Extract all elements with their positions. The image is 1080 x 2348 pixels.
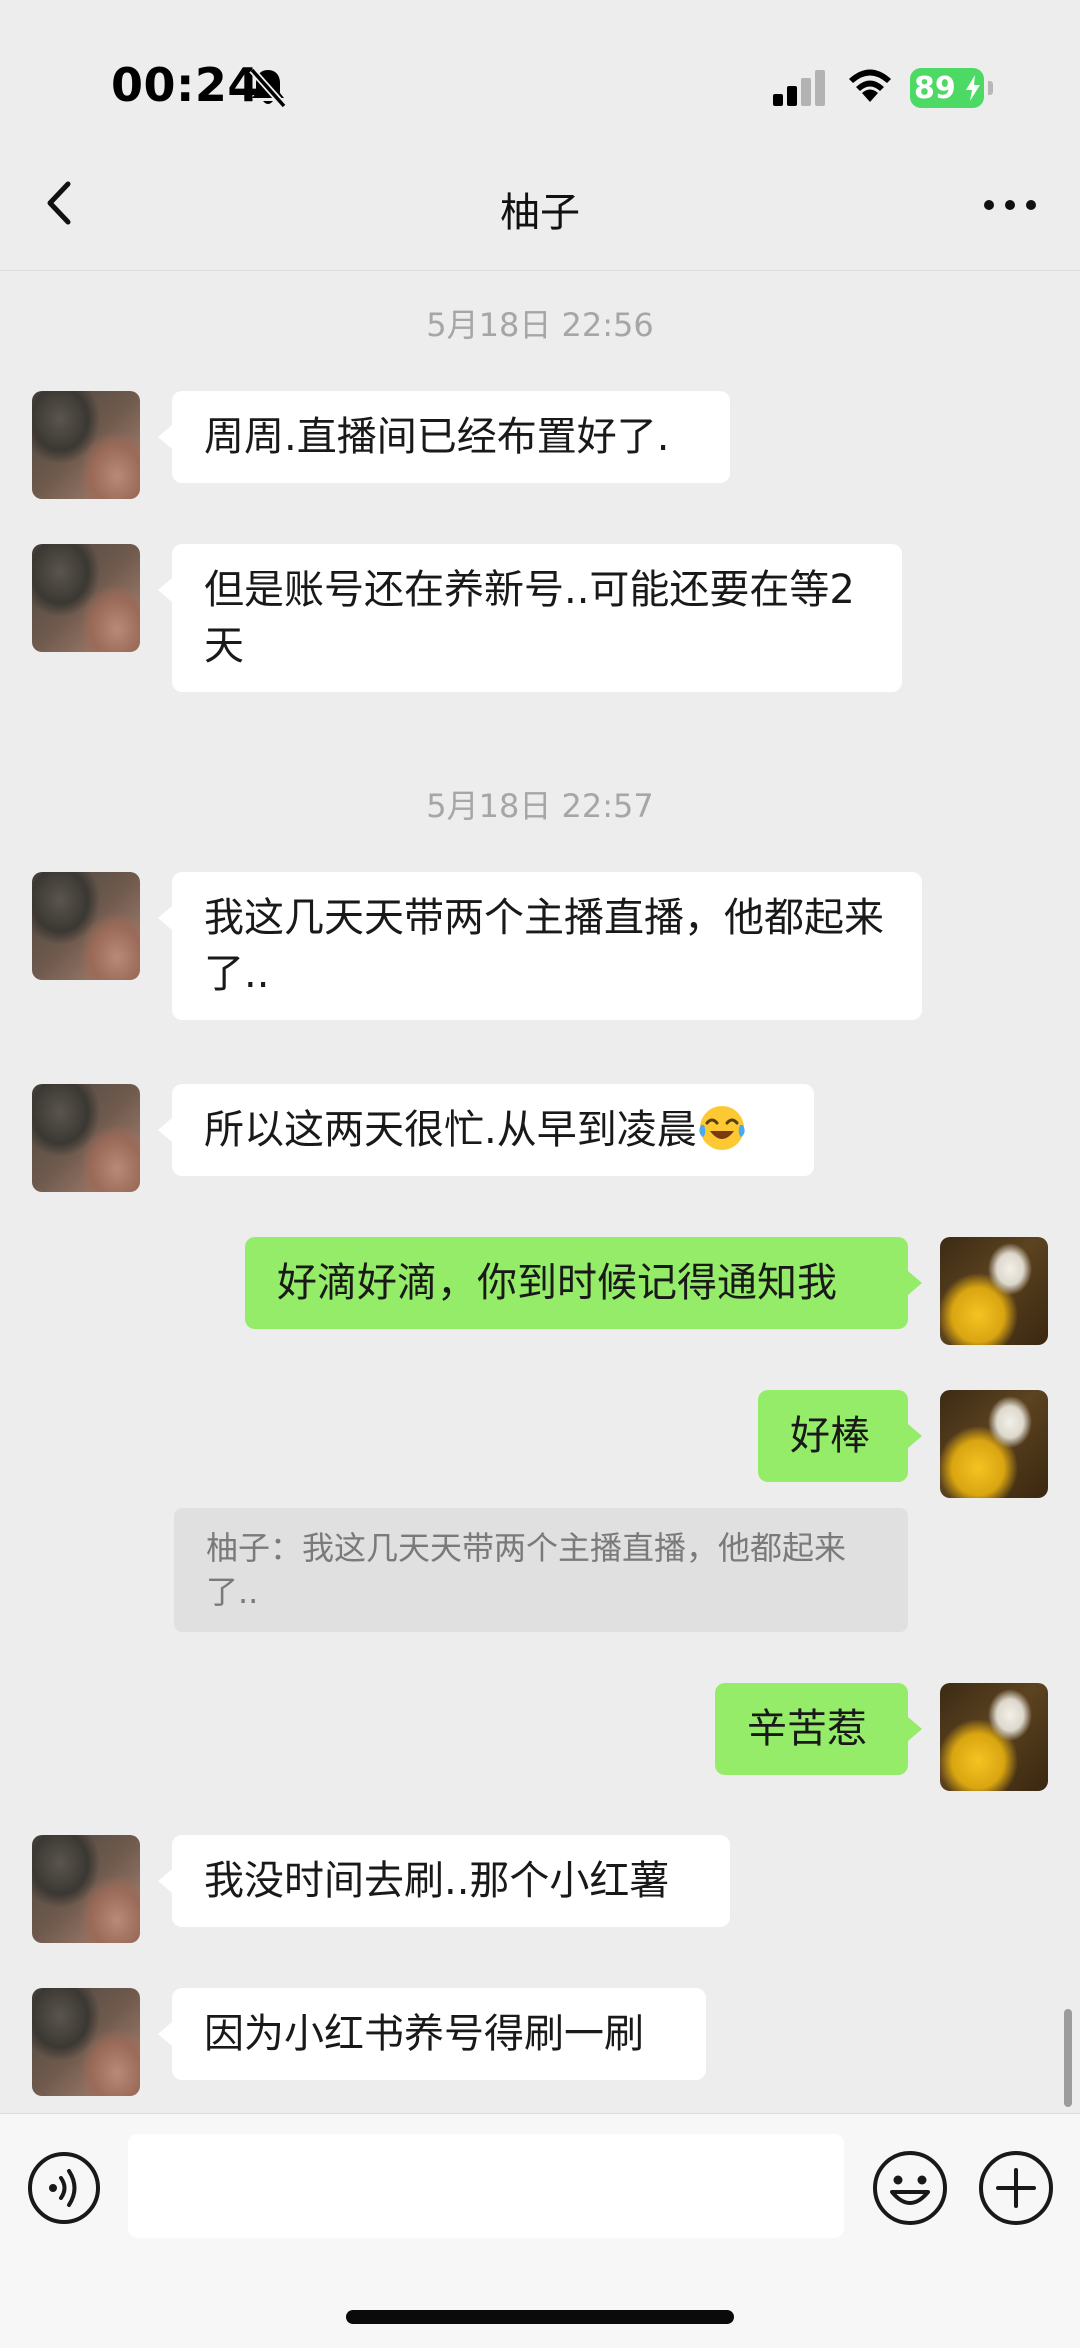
contact-avatar[interactable] xyxy=(32,544,140,652)
status-time: 00:24 xyxy=(111,58,260,112)
message-text: 周周.直播间已经布置好了. xyxy=(204,414,670,460)
message-bubble-incoming[interactable]: 周周.直播间已经布置好了. xyxy=(158,391,730,483)
voice-icon[interactable] xyxy=(26,2150,102,2226)
message-list[interactable]: 5月18日 22:56 周周.直播间已经布置好了. 但是账号还在养新号..可能还… xyxy=(0,271,1080,2113)
chat-title: 柚子 xyxy=(500,190,580,236)
emoji-icon[interactable] xyxy=(870,2148,950,2228)
quoted-message-text: 柚子：我这几天天带两个主播直播，他都起来了.. xyxy=(206,1529,847,1611)
message-text: 我这几天天带两个主播直播，他都起来了.. xyxy=(204,895,884,997)
message-bubble-outgoing[interactable]: 好滴好滴，你到时候记得通知我 xyxy=(245,1237,922,1329)
message-bubble-incoming[interactable]: 因为小红书养号得刷一刷 xyxy=(158,1988,706,2080)
my-avatar[interactable] xyxy=(940,1237,1048,1345)
contact-avatar[interactable] xyxy=(32,1988,140,2096)
contact-avatar[interactable] xyxy=(32,1084,140,1192)
message-bubble-incoming[interactable]: 我没时间去刷..那个小红薯 xyxy=(158,1835,730,1927)
contact-avatar[interactable] xyxy=(32,1835,140,1943)
home-indicator[interactable] xyxy=(346,2310,734,2324)
wifi-icon xyxy=(849,69,891,102)
message-text: 我没时间去刷..那个小红薯 xyxy=(204,1858,670,1904)
contact-avatar[interactable] xyxy=(32,391,140,499)
message-text: 好棒 xyxy=(790,1413,870,1459)
contact-avatar[interactable] xyxy=(32,872,140,980)
message-bubble-incoming[interactable]: 但是账号还在养新号..可能还要在等2天 xyxy=(158,544,902,692)
chat-screen: 00:24 89 柚子 5月18日 22:56 周周.直播间已经布置好了. 但是… xyxy=(0,0,1080,2348)
battery-level: 89 xyxy=(914,71,956,106)
message-bubble-incoming[interactable]: 我这几天天带两个主播直播，他都起来了.. xyxy=(158,872,922,1020)
my-avatar[interactable] xyxy=(940,1683,1048,1791)
message-text: 所以这两天很忙.从早到凌晨 xyxy=(204,1107,697,1153)
more-horizontal-icon[interactable] xyxy=(975,180,1045,230)
message-bubble-outgoing[interactable]: 好棒 xyxy=(758,1390,922,1482)
timestamp: 5月18日 22:57 xyxy=(426,787,654,825)
scrollbar[interactable] xyxy=(1064,2009,1072,2107)
signal-icon xyxy=(773,70,825,106)
battery-icon: 89 xyxy=(910,68,993,108)
message-input[interactable] xyxy=(128,2134,844,2238)
message-text: 因为小红书养号得刷一刷 xyxy=(204,2011,644,2057)
plus-icon[interactable] xyxy=(976,2148,1056,2228)
laughing-crying-emoji xyxy=(699,1106,745,1150)
my-avatar[interactable] xyxy=(940,1390,1048,1498)
charging-bolt-icon xyxy=(966,75,980,101)
bell-slash-icon xyxy=(249,67,287,109)
message-bubble-incoming[interactable]: 所以这两天很忙.从早到凌晨 xyxy=(158,1084,814,1176)
nav-bar: 柚子 xyxy=(0,140,1080,271)
message-text: 好滴好滴，你到时候记得通知我 xyxy=(277,1260,837,1306)
message-bubble-outgoing[interactable]: 辛苦惹 xyxy=(715,1683,922,1775)
quoted-message[interactable]: 柚子：我这几天天带两个主播直播，他都起来了.. xyxy=(174,1508,908,1632)
message-text: 但是账号还在养新号..可能还要在等2天 xyxy=(204,567,855,669)
message-text: 辛苦惹 xyxy=(747,1706,867,1752)
status-bar: 00:24 89 xyxy=(0,0,1080,140)
timestamp: 5月18日 22:56 xyxy=(426,306,654,344)
